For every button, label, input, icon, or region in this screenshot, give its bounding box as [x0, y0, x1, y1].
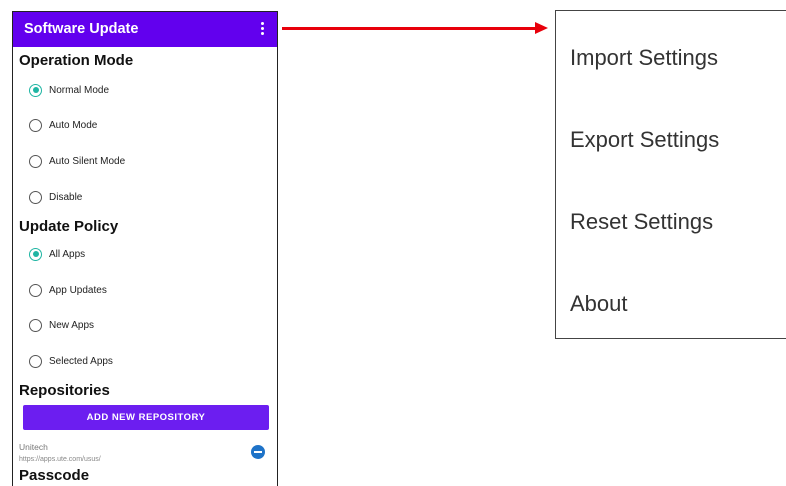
phone-screen: Software Update Operation Mode Normal Mo… — [12, 11, 278, 486]
radio-unchecked-icon — [29, 354, 42, 368]
radio-label: Normal Mode — [49, 84, 110, 96]
menu-item-export-settings[interactable]: Export Settings — [570, 127, 719, 153]
radio-label: App Updates — [49, 284, 107, 296]
radio-checked-icon — [29, 83, 42, 97]
radio-normal-mode[interactable]: Normal Mode — [29, 81, 109, 99]
radio-unchecked-icon — [29, 318, 42, 332]
radio-label: New Apps — [49, 319, 95, 331]
radio-label: Disable — [49, 191, 83, 203]
radio-label: Selected Apps — [49, 355, 113, 367]
callout-arrow-line — [282, 27, 537, 30]
app-title: Software Update — [24, 21, 139, 37]
passcode-heading: Passcode — [19, 467, 90, 484]
radio-unchecked-icon — [29, 118, 42, 132]
callout-arrow-head-icon — [535, 22, 548, 34]
radio-label: Auto Silent Mode — [49, 155, 126, 167]
repository-url: https://apps.ute.com/usus/ — [19, 456, 101, 463]
radio-auto-silent-mode[interactable]: Auto Silent Mode — [29, 152, 125, 170]
radio-disable[interactable]: Disable — [29, 188, 82, 206]
radio-app-updates[interactable]: App Updates — [29, 281, 107, 299]
radio-selected-apps[interactable]: Selected Apps — [29, 352, 113, 370]
radio-all-apps[interactable]: All Apps — [29, 245, 85, 263]
overflow-menu: Import Settings Export Settings Reset Se… — [555, 10, 786, 339]
radio-label: All Apps — [49, 248, 86, 260]
more-vert-icon[interactable] — [259, 22, 265, 38]
radio-unchecked-icon — [29, 190, 42, 204]
add-new-repository-button[interactable]: ADD NEW REPOSITORY — [23, 405, 269, 430]
menu-item-reset-settings[interactable]: Reset Settings — [570, 209, 713, 235]
menu-item-import-settings[interactable]: Import Settings — [570, 45, 718, 71]
operation-mode-heading: Operation Mode — [19, 52, 134, 69]
radio-label: Auto Mode — [49, 119, 98, 131]
update-policy-heading: Update Policy — [19, 218, 119, 235]
repositories-heading: Repositories — [19, 382, 110, 399]
menu-item-about[interactable]: About — [570, 291, 628, 317]
app-bar: Software Update — [13, 12, 277, 47]
radio-unchecked-icon — [29, 283, 42, 297]
repository-name: Unitech — [19, 442, 48, 452]
radio-checked-icon — [29, 247, 42, 261]
remove-repository-icon[interactable] — [251, 445, 265, 459]
radio-auto-mode[interactable]: Auto Mode — [29, 116, 97, 134]
radio-new-apps[interactable]: New Apps — [29, 316, 94, 334]
radio-unchecked-icon — [29, 154, 42, 168]
